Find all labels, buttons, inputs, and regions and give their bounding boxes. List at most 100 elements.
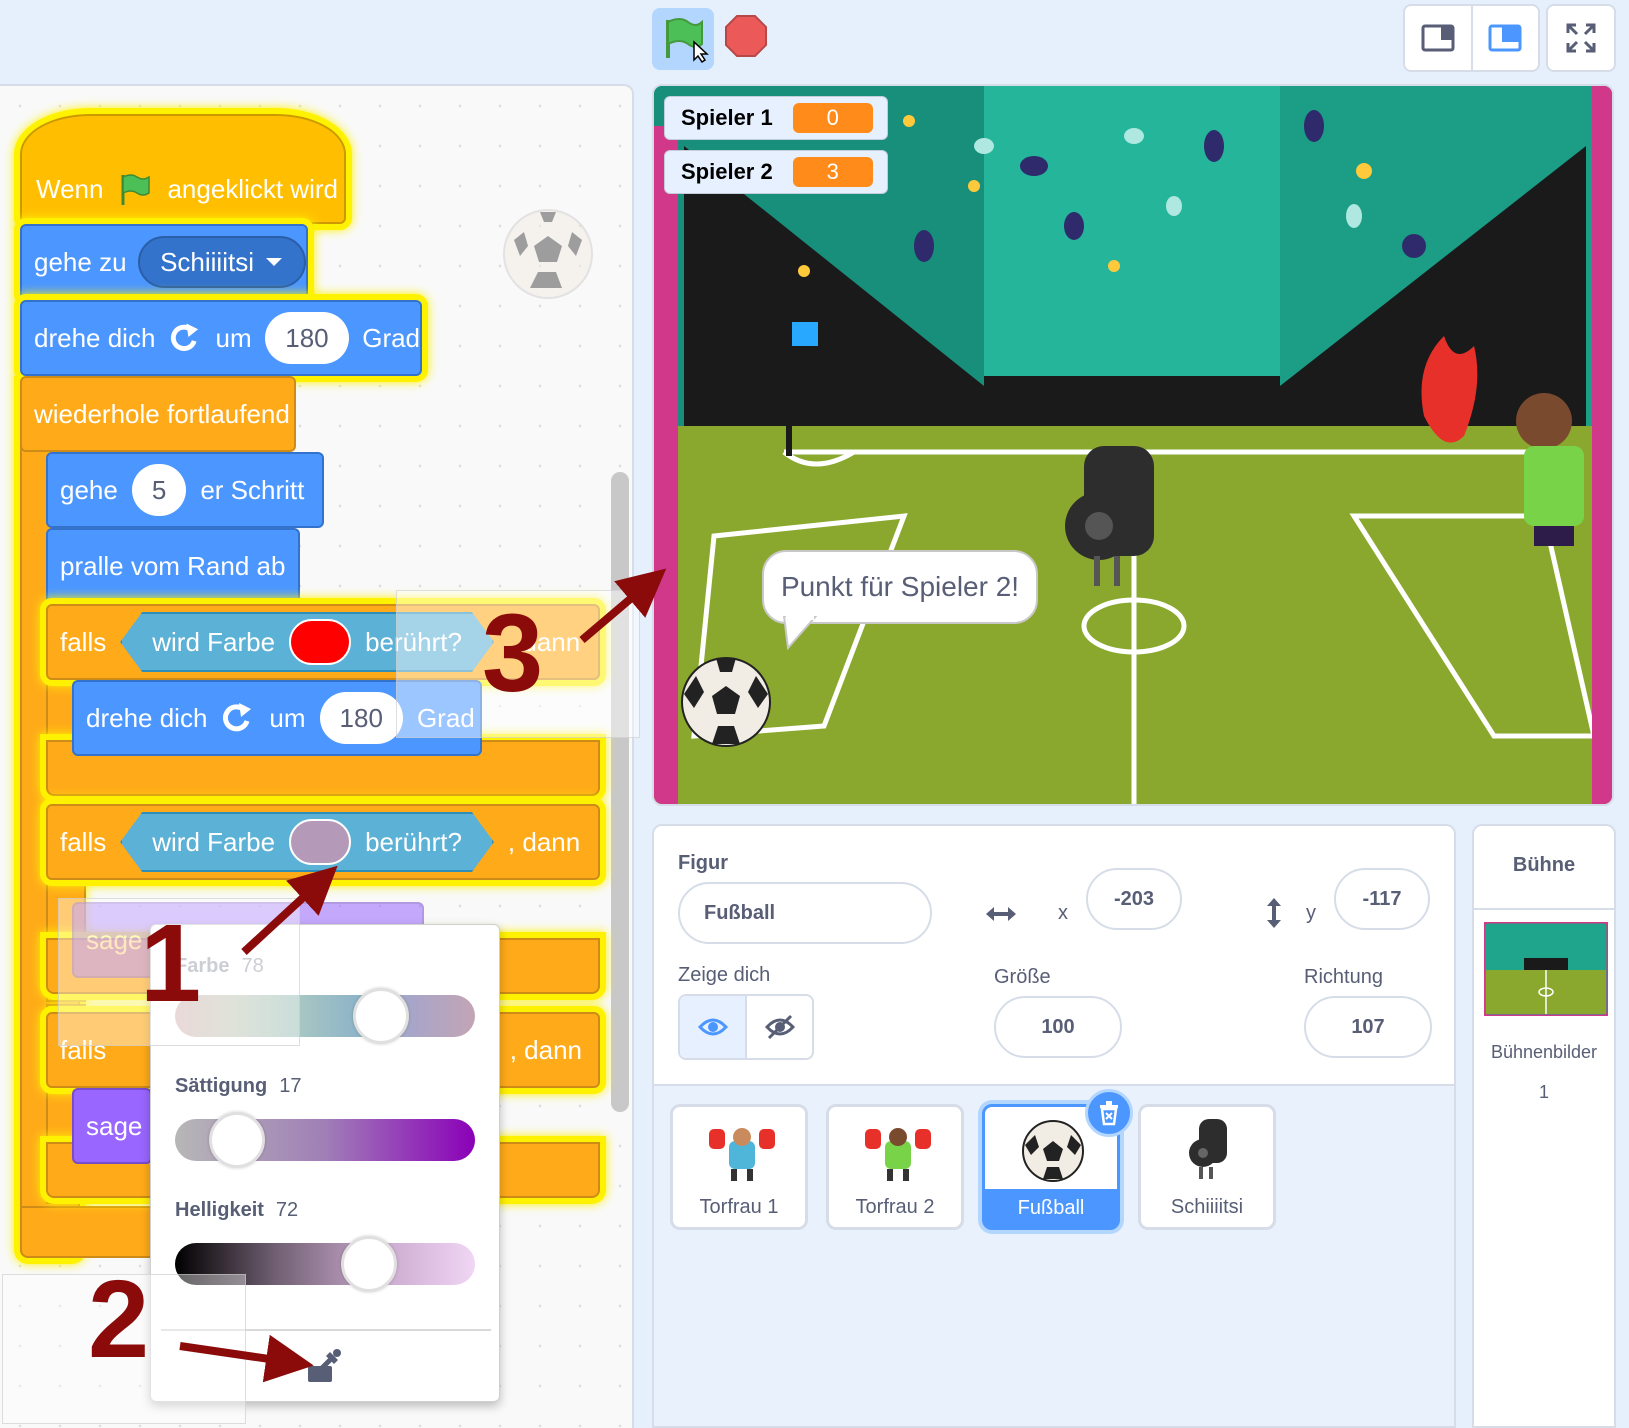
delete-sprite-button[interactable] bbox=[1085, 1089, 1133, 1137]
touched-label: berührt? bbox=[365, 826, 462, 857]
brightness-slider-knob[interactable] bbox=[341, 1236, 397, 1292]
if-then-block-2[interactable]: falls wird Farbe berührt? , dann bbox=[46, 804, 600, 880]
small-stage-button[interactable] bbox=[1405, 6, 1471, 70]
ball-icon bbox=[1022, 1120, 1084, 1182]
bounce-on-edge-block[interactable]: pralle vom Rand ab bbox=[46, 528, 300, 604]
touching-color-block-2[interactable]: wird Farbe berührt? bbox=[120, 812, 494, 872]
saturation-value: 17 bbox=[279, 1075, 302, 1097]
steps-label: er Schritt bbox=[200, 474, 305, 505]
show-sprite-button[interactable] bbox=[680, 996, 745, 1058]
then-label: , dann bbox=[509, 1034, 582, 1065]
direction-label: Richtung bbox=[1304, 966, 1383, 988]
bounce-label: pralle vom Rand ab bbox=[60, 550, 286, 581]
forever-label: wiederhole fortlaufend bbox=[34, 398, 290, 429]
y-position-input[interactable]: -117 bbox=[1334, 868, 1430, 930]
speech-bubble: Punkt für Spieler 2! bbox=[762, 550, 1038, 624]
fullscreen-icon bbox=[1566, 23, 1596, 53]
touching-color-label: wird Farbe bbox=[152, 826, 276, 857]
brightness-value: 72 bbox=[275, 1199, 299, 1221]
turn-degrees-input[interactable]: 180 bbox=[319, 692, 403, 744]
turn-by-label: um bbox=[269, 702, 306, 733]
turn-right-block-1[interactable]: drehe dich um 180 Grad bbox=[20, 300, 422, 376]
ball-sprite bbox=[681, 657, 771, 747]
stage-size-toggle bbox=[1403, 4, 1540, 72]
whistle-icon bbox=[1189, 1119, 1227, 1179]
fullscreen-button[interactable] bbox=[1546, 4, 1616, 72]
x-position-input[interactable]: -203 bbox=[1086, 868, 1182, 930]
clicked-label: angeklickt wird bbox=[167, 173, 338, 204]
eye-hidden-icon bbox=[764, 1014, 795, 1040]
variable-monitor-spieler-1[interactable]: Spieler 1 0 bbox=[664, 96, 888, 140]
goto-target-value: Schiiiitsi bbox=[160, 246, 254, 277]
stop-sign-icon bbox=[725, 15, 767, 57]
visibility-toggle bbox=[678, 994, 814, 1060]
monitor-label: Spieler 2 bbox=[681, 159, 773, 184]
then-label: , dann bbox=[507, 826, 581, 857]
if-label: falls bbox=[60, 626, 107, 657]
color-swatch-mauve[interactable] bbox=[289, 819, 351, 865]
turn-degrees-input[interactable]: 180 bbox=[265, 312, 349, 364]
turn-label: drehe dich bbox=[34, 322, 156, 353]
goto-block[interactable]: gehe zu Schiiiitsi bbox=[20, 224, 308, 300]
sprite-tile-torfrau-2[interactable]: Torfrau 2 bbox=[826, 1104, 964, 1230]
trash-icon bbox=[1100, 1101, 1118, 1126]
y-label: y bbox=[1306, 902, 1316, 924]
monitor-label: Spieler 1 bbox=[681, 105, 773, 130]
touching-color-label: wird Farbe bbox=[152, 626, 276, 657]
sprite-tile-fussball[interactable]: Fußball bbox=[982, 1089, 1133, 1230]
green-flag-button[interactable] bbox=[652, 8, 714, 70]
sprite-tile-name: Fußball bbox=[985, 1189, 1117, 1227]
annotation-number-3: 3 bbox=[482, 592, 544, 715]
say-block-2[interactable]: sage bbox=[72, 1088, 152, 1164]
normal-stage-button[interactable] bbox=[1470, 6, 1539, 70]
small-stage-icon bbox=[1421, 24, 1455, 52]
turn-unit-label: Grad bbox=[362, 322, 421, 353]
turn-label: drehe dich bbox=[86, 702, 208, 733]
sprite-tile-name: Torfrau 1 bbox=[699, 1196, 779, 1218]
x-arrows-icon bbox=[986, 907, 1016, 921]
sprite-tile-name: Schiiiitsi bbox=[1170, 1196, 1244, 1218]
hide-sprite-button[interactable] bbox=[745, 996, 812, 1058]
eye-icon bbox=[697, 1018, 728, 1036]
say-label: sage bbox=[86, 1110, 143, 1141]
color-swatch-red[interactable] bbox=[289, 619, 351, 665]
move-steps-block[interactable]: gehe 5 er Schritt bbox=[46, 452, 324, 528]
normal-stage-icon bbox=[1488, 24, 1522, 52]
sprite-tile-torfrau-1[interactable]: Torfrau 1 bbox=[670, 1104, 808, 1230]
sprite-tile-name: Torfrau 2 bbox=[855, 1196, 935, 1218]
size-label: Größe bbox=[994, 966, 1051, 988]
sprite-watermark-ball-icon bbox=[503, 209, 593, 299]
rotate-right-icon bbox=[170, 323, 199, 351]
variable-monitor-spieler-2[interactable]: Spieler 2 3 bbox=[664, 150, 888, 194]
move-steps-input[interactable]: 5 bbox=[131, 464, 187, 516]
stage-selector-panel[interactable]: Bühne Bühnenbilder 1 bbox=[1472, 824, 1616, 1428]
code-scrollbar[interactable] bbox=[611, 472, 629, 1112]
eyedropper-icon bbox=[308, 1349, 341, 1382]
hue-slider-knob[interactable] bbox=[353, 988, 409, 1044]
chevron-down-icon bbox=[266, 258, 282, 266]
annotation-number-1: 1 bbox=[140, 902, 202, 1025]
eyedropper-button[interactable] bbox=[301, 1343, 347, 1389]
sprite-name-input[interactable]: Fußball bbox=[678, 882, 932, 944]
when-flag-clicked-block[interactable]: Wenn angeklickt wird bbox=[20, 114, 346, 224]
green-flag-icon bbox=[121, 174, 151, 205]
backdrop-thumbnail[interactable] bbox=[1484, 922, 1608, 1016]
direction-input[interactable]: 107 bbox=[1304, 996, 1432, 1058]
goalkeeper-2-icon bbox=[865, 1128, 931, 1181]
saturation-slider-knob[interactable] bbox=[209, 1112, 265, 1168]
brightness-label: Helligkeit 72 bbox=[175, 1199, 299, 1221]
green-flag-icon bbox=[666, 18, 709, 64]
monitor-value: 3 bbox=[792, 157, 873, 187]
forever-block[interactable]: wiederhole fortlaufend bbox=[20, 376, 296, 452]
sprite-label: Figur bbox=[678, 852, 728, 874]
sprite-tile-schiiiitsi[interactable]: Schiiiitsi bbox=[1138, 1104, 1276, 1230]
size-input[interactable]: 100 bbox=[994, 996, 1122, 1058]
backdrops-count: 1 bbox=[1538, 1082, 1549, 1102]
show-label: Zeige dich bbox=[678, 964, 771, 986]
when-label: Wenn bbox=[36, 173, 104, 204]
goto-target-dropdown[interactable]: Schiiiitsi bbox=[138, 236, 306, 288]
if-label: falls bbox=[60, 826, 107, 857]
stadium-backdrop bbox=[654, 86, 1612, 804]
stop-button[interactable] bbox=[724, 14, 768, 58]
rotate-right-icon bbox=[223, 703, 252, 732]
